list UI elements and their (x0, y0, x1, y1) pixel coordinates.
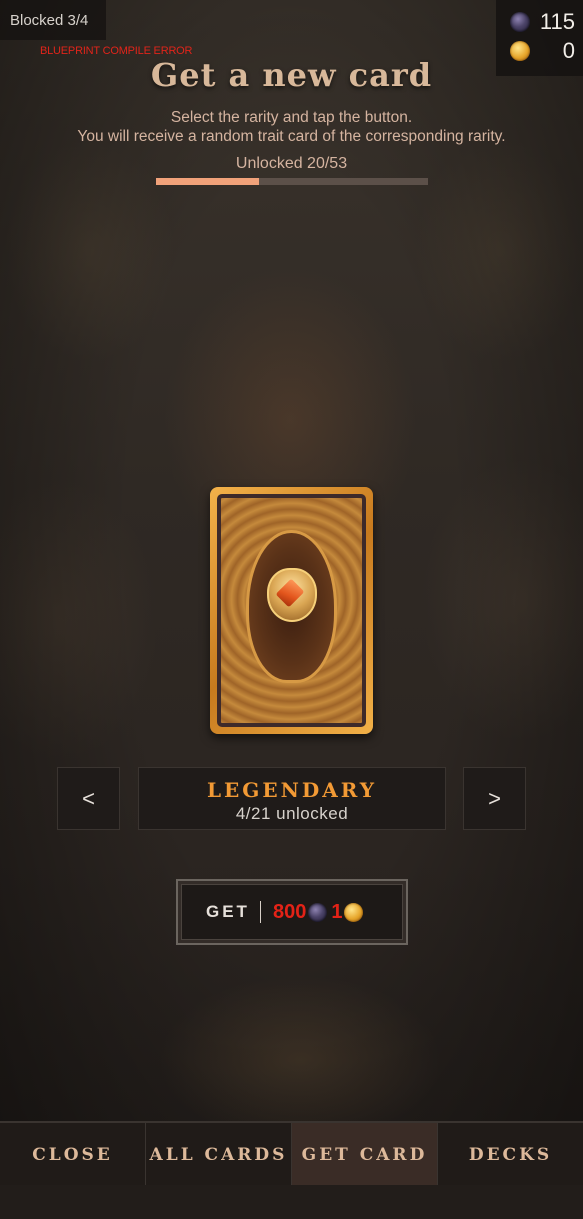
gem-balance: 115 (510, 8, 575, 36)
card-back-art (217, 494, 366, 727)
chevron-left-icon: < (82, 785, 95, 811)
blocked-indicator: Blocked 3/4 (0, 0, 106, 40)
instructions-line-1: Select the rarity and tap the button. (170, 109, 413, 126)
next-rarity-button[interactable]: > (463, 767, 526, 830)
bottom-bar-spacer (0, 1185, 583, 1219)
get-label: GET (206, 902, 250, 921)
rarity-selector: LEGENDARY 4/21 unlocked (138, 767, 446, 830)
divider (259, 901, 261, 923)
bottom-nav: CLOSE ALL CARDS GET CARD DECKS (0, 1121, 583, 1187)
gem-cost: 800 (272, 900, 307, 923)
rarity-name: LEGENDARY (206, 778, 378, 802)
page-title: Get a new card (150, 56, 433, 94)
blocked-text: Blocked 3/4 (10, 11, 89, 29)
chevron-right-icon: > (488, 785, 501, 811)
nav-close[interactable]: CLOSE (0, 1123, 146, 1187)
nav-get-card[interactable]: GET CARD (292, 1123, 438, 1187)
get-card-button[interactable]: GET 800 1 (176, 879, 408, 945)
nav-all-cards[interactable]: ALL CARDS (146, 1123, 292, 1187)
get-card-button-face: GET 800 1 (181, 884, 403, 940)
prev-rarity-button[interactable]: < (57, 767, 120, 830)
card-gem-emblem (266, 567, 317, 622)
unlock-progress-bar (156, 178, 428, 185)
coin-cost: 1 (331, 900, 343, 923)
instructions: Select the rarity and tap the button. Yo… (0, 108, 583, 146)
rarity-unlocked-count: 4/21 unlocked (235, 804, 349, 823)
nav-decks[interactable]: DECKS (438, 1123, 583, 1187)
card-back-legendary (210, 487, 373, 734)
unlock-progress-fill (156, 178, 259, 185)
unlocked-count: Unlocked 20/53 (235, 155, 348, 172)
instructions-line-2: You will receive a random trait card of … (77, 128, 506, 145)
purple-gem-icon (308, 902, 328, 922)
gold-coin-icon (344, 902, 364, 922)
gem-count: 115 (539, 9, 575, 34)
purple-gem-icon (510, 12, 530, 32)
